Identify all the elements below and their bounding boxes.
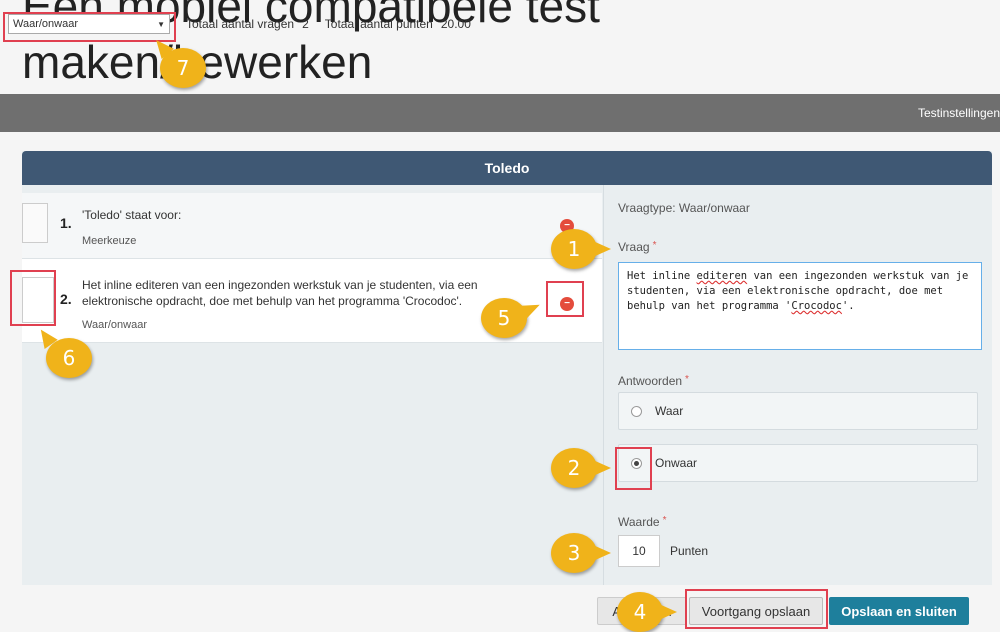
question-editor: Vraagtype: Waar/onwaar Vraag * Het inline… — [603, 185, 992, 585]
callout-badge: 4 — [617, 592, 677, 632]
page-title-line2: maken/bewerken — [22, 34, 600, 90]
question-list: 1. 'Toledo' staat voor: Meerkeuze − 2. H… — [22, 185, 602, 585]
answer-label: Onwaar — [655, 456, 698, 470]
value-input[interactable]: 10 — [618, 535, 660, 567]
question-item[interactable]: 1. 'Toledo' staat voor: Meerkeuze − — [22, 193, 602, 259]
value-label-text: Waarde — [618, 515, 660, 529]
callout-badge: 6 — [46, 338, 92, 378]
nav-band: Testinstellingen — [0, 94, 1000, 132]
question-text: Het inline editeren van een ingezonden w… — [82, 278, 478, 308]
save-and-close-button[interactable]: Opslaan en sluiten — [829, 597, 969, 625]
question-textarea[interactable]: Het inline editeren van een ingezonden w… — [618, 262, 982, 350]
page: Een mobiel compatibele test maken/bewerk… — [0, 0, 1000, 632]
question-text-part: Crocodoc — [791, 300, 842, 312]
answer-option-true[interactable]: Waar — [618, 392, 978, 430]
answer-label: Waar — [655, 404, 684, 418]
radio-true[interactable] — [631, 405, 642, 417]
required-marker: * — [652, 240, 657, 251]
total-questions-label: Totaal aantal vragen — [186, 17, 295, 31]
callout-badge: 5 — [481, 298, 527, 338]
test-panel: Toledo 1. 'Toledo' staat voor: Meerkeuze… — [22, 151, 992, 585]
required-marker: * — [685, 374, 689, 385]
question-number: 2. — [60, 291, 72, 307]
total-points: Totaal aantal punten 20.00 — [325, 17, 471, 31]
callout-badge: 2 — [551, 448, 611, 488]
drag-handle-icon[interactable] — [22, 203, 48, 243]
tab-settings[interactable]: Testinstellingen — [918, 106, 1000, 120]
highlight-box — [546, 281, 584, 317]
value-label: Waarde * — [618, 515, 666, 529]
highlight-box — [3, 12, 176, 42]
answer-option-false[interactable]: Onwaar — [618, 444, 978, 482]
question-type-label: Vraagtype: Waar/onwaar — [618, 201, 750, 215]
highlight-box — [615, 447, 652, 490]
callout-badge: 7 — [160, 48, 206, 88]
highlight-box — [685, 589, 828, 629]
value-unit: Punten — [670, 544, 709, 558]
total-questions-value: 2 — [302, 17, 309, 31]
question-type: Meerkeuze — [82, 235, 137, 247]
callout-badge: 3 — [551, 533, 611, 573]
panel-title: Toledo — [22, 151, 992, 185]
answers-label-text: Antwoorden — [618, 374, 683, 388]
value-row: 10 Punten — [618, 535, 708, 567]
highlight-box — [10, 270, 56, 326]
question-text-part: editeren — [696, 270, 748, 282]
question-label-text: Vraag — [618, 240, 650, 254]
answers-label: Antwoorden * — [618, 374, 689, 388]
question-number: 1. — [60, 215, 72, 231]
question-type: Waar/onwaar — [82, 319, 148, 331]
callout-badge: 1 — [551, 229, 611, 269]
total-points-value: 20.00 — [440, 17, 471, 31]
total-questions: Totaal aantal vragen 2 — [186, 17, 309, 31]
total-points-label: Totaal aantal punten — [324, 17, 433, 31]
question-text-part: Het inline — [627, 270, 697, 282]
question-text-part: '. — [841, 300, 855, 312]
question-text: 'Toledo' staat voor: — [82, 208, 182, 222]
question-label: Vraag * — [618, 240, 656, 254]
required-marker: * — [662, 515, 667, 526]
